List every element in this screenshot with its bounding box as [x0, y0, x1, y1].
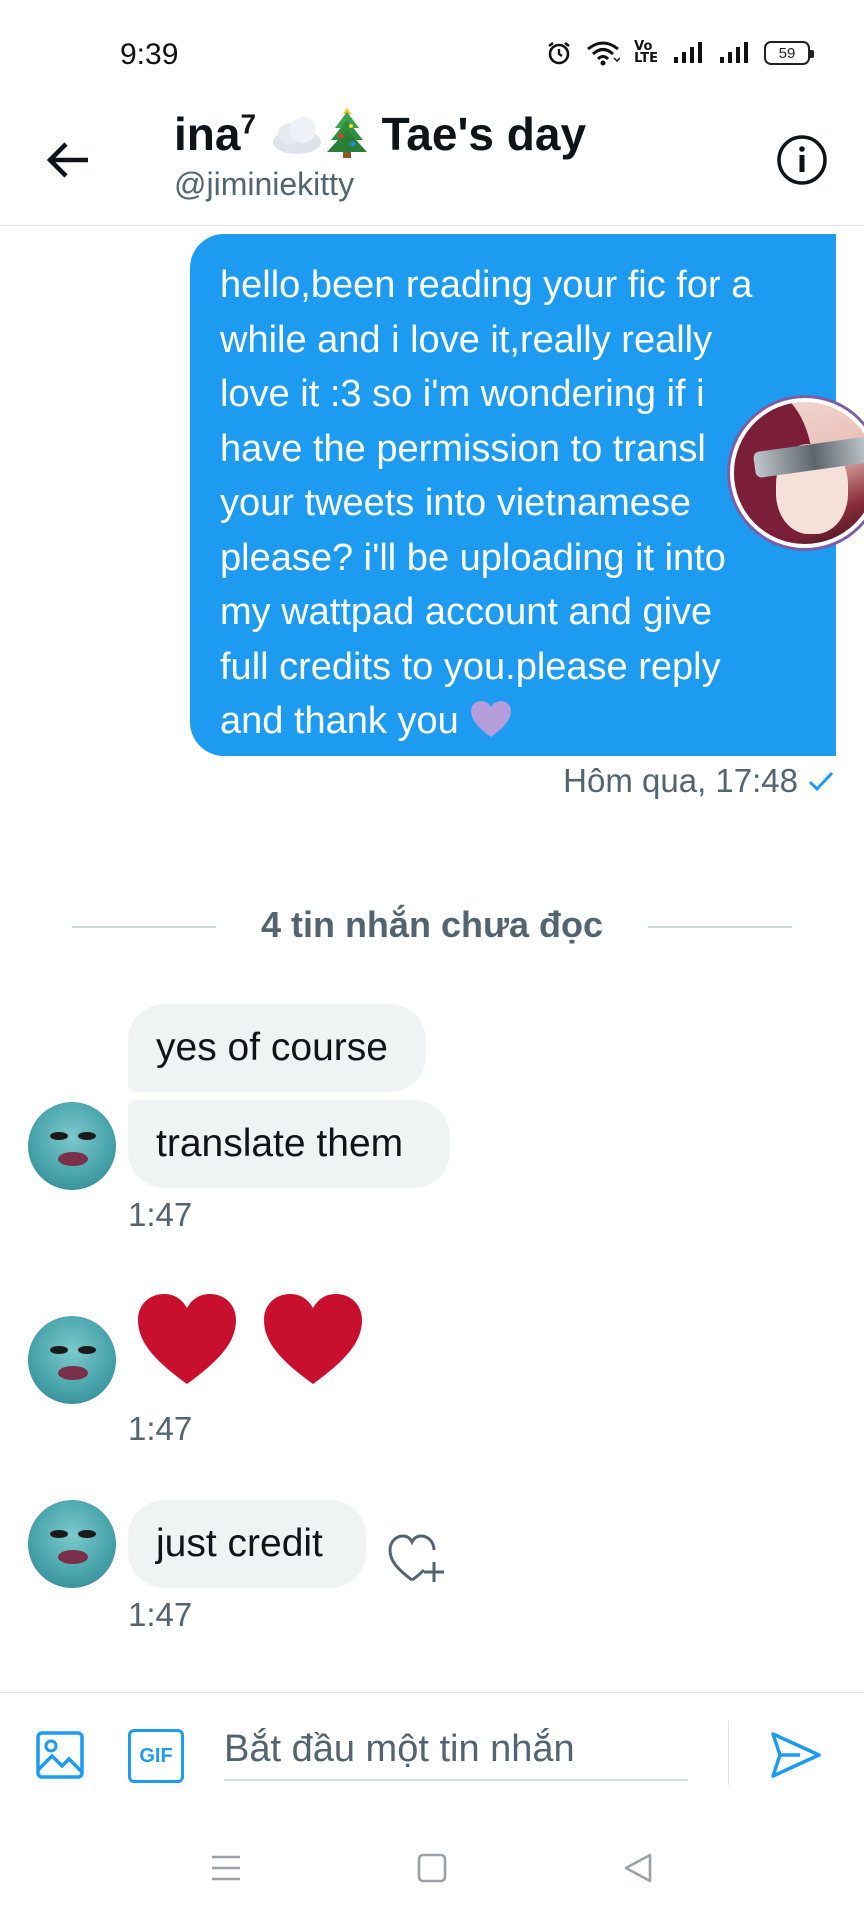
- sent-line: your tweets into vietnamese: [220, 482, 692, 524]
- check-icon: [808, 771, 834, 792]
- sent-line: hello,been reading your fic for a: [220, 264, 753, 306]
- wifi-icon: [587, 41, 621, 66]
- sent-line: have the permission to transl: [220, 427, 706, 470]
- heart-emoji-message[interactable]: [136, 1292, 364, 1386]
- avatar-eye: [50, 1530, 68, 1538]
- nav-home-button[interactable]: [412, 1848, 452, 1888]
- battery-icon: 59: [764, 41, 814, 65]
- received-message-bubble[interactable]: yes of course: [128, 1004, 426, 1092]
- conversation-title: ina7 Tae's day: [174, 106, 586, 161]
- add-media-button[interactable]: [32, 1727, 88, 1783]
- sent-message-meta: Hôm qua, 17:48: [563, 762, 834, 800]
- triangle-back-icon: [624, 1853, 652, 1883]
- info-button[interactable]: [774, 132, 830, 188]
- volte-line2: LTE: [634, 51, 658, 66]
- title-suffix: Tae's day: [381, 108, 587, 160]
- status-icons: Vo LTE 59: [546, 40, 814, 66]
- avatar-mouth: [58, 1152, 88, 1166]
- avatar-mouth: [58, 1366, 88, 1380]
- volte-icon: Vo LTE: [634, 40, 658, 66]
- sent-line: please? i'll be uploading it into: [220, 536, 726, 579]
- sent-line: love it :3 so i'm wondering if i: [220, 373, 705, 415]
- status-time: 9:39: [120, 38, 179, 71]
- nav-recents-button[interactable]: [206, 1848, 246, 1888]
- back-button[interactable]: [36, 128, 100, 192]
- avatar-eye: [50, 1132, 68, 1140]
- received-message-bubble[interactable]: translate them: [128, 1100, 450, 1188]
- divider-line-right: [648, 926, 792, 928]
- red-heart-icon: [138, 1294, 236, 1384]
- signal-icon-2: [720, 42, 748, 63]
- avatar-eye: [78, 1132, 96, 1140]
- floating-chat-head-avatar[interactable]: [730, 398, 864, 548]
- received-timestamp: 1:47: [128, 1196, 193, 1233]
- unread-label: 4 tin nhắn chưa đọc: [260, 904, 604, 945]
- contact-avatar[interactable]: [28, 1500, 116, 1588]
- avatar-eye: [78, 1530, 96, 1538]
- message-composer: GIF: [0, 1692, 864, 1816]
- sent-line-last: and thank you: [220, 694, 806, 749]
- heart-plus-icon: [388, 1534, 444, 1582]
- unread-divider: 4 tin nhắn chưa đọc: [72, 902, 792, 952]
- received-timestamp: 1:47: [128, 1410, 193, 1447]
- purple-heart-icon: [471, 701, 512, 737]
- sent-timestamp: Hôm qua, 17:48: [563, 762, 798, 799]
- status-bar: 9:39 Vo LTE 59: [0, 0, 864, 100]
- square-icon: [417, 1853, 447, 1883]
- alarm-icon: [548, 42, 570, 65]
- avatar-eye: [78, 1346, 96, 1354]
- title-name: ina: [174, 108, 241, 160]
- send-icon: [771, 1732, 821, 1778]
- contact-avatar[interactable]: [28, 1102, 116, 1190]
- title-superscript: 7: [240, 108, 257, 140]
- received-timestamp: 1:47: [128, 1596, 193, 1633]
- composer-separator: [728, 1721, 729, 1785]
- avatar-eye: [50, 1346, 68, 1354]
- add-reaction-button[interactable]: [388, 1530, 446, 1586]
- gif-button[interactable]: GIF: [128, 1729, 184, 1783]
- sent-line-text: and thank you: [220, 700, 459, 742]
- arrow-left-icon: [46, 142, 88, 178]
- contact-avatar[interactable]: [28, 1316, 116, 1404]
- nav-back-button[interactable]: [618, 1848, 658, 1888]
- sent-line: while and i love it,really really: [220, 318, 713, 361]
- menu-icon: [212, 1855, 240, 1881]
- sent-line: my wattpad account and give: [220, 591, 713, 633]
- received-message-bubble[interactable]: just credit: [128, 1500, 366, 1588]
- cloud-emoji-icon: [272, 117, 321, 154]
- signal-icon: [674, 42, 702, 63]
- send-button[interactable]: [766, 1725, 826, 1785]
- sent-line: full credits to you.please reply: [220, 645, 721, 688]
- image-icon: [36, 1731, 84, 1779]
- info-icon: [777, 135, 827, 185]
- user-handle[interactable]: @jiminiekitty: [174, 166, 354, 203]
- christmas-tree-emoji-icon: [326, 108, 367, 158]
- system-navigation-bar: [0, 1816, 864, 1920]
- avatar-mouth: [58, 1550, 88, 1564]
- red-heart-icon: [264, 1294, 362, 1384]
- conversation-header: ina7 Tae's day @jiminiekitty: [0, 100, 864, 226]
- message-input[interactable]: [224, 1719, 688, 1781]
